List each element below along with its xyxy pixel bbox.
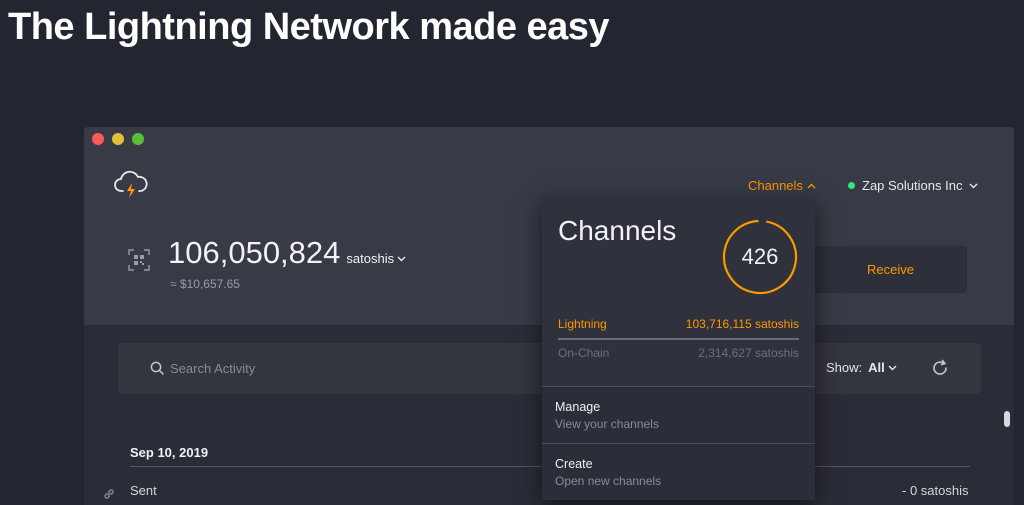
chevron-down-icon xyxy=(397,256,406,261)
onchain-balance-row: On-Chain 2,314,627 satoshis xyxy=(558,346,799,360)
dropdown-divider xyxy=(542,386,815,387)
manage-subtitle: View your channels xyxy=(555,417,659,431)
online-status-dot xyxy=(848,182,855,189)
search-icon xyxy=(150,361,164,375)
channel-count: 426 xyxy=(741,244,779,269)
search-input[interactable] xyxy=(170,356,470,380)
balance-unit-selector[interactable]: satoshis xyxy=(346,251,406,266)
manage-channels-item[interactable]: Manage View your channels xyxy=(555,400,659,431)
show-filter-value[interactable]: All xyxy=(868,360,897,375)
window-close-button[interactable] xyxy=(92,133,104,145)
dropdown-divider xyxy=(542,443,815,444)
cloud-lightning-icon xyxy=(114,170,148,198)
onchain-label: On-Chain xyxy=(558,346,610,360)
scrollbar-thumb[interactable] xyxy=(1004,411,1010,427)
refresh-icon[interactable] xyxy=(930,358,950,378)
chevron-down-icon xyxy=(969,183,978,188)
wallet-menu-toggle[interactable]: Zap Solutions Inc xyxy=(848,178,978,193)
balance-amount: 106,050,824 xyxy=(168,235,341,270)
transaction-type: Sent xyxy=(130,483,157,498)
balance-unit-label: satoshis xyxy=(346,251,395,266)
lightning-label: Lightning xyxy=(558,317,607,331)
chevron-up-icon xyxy=(807,183,816,188)
lightning-value: 103,716,115 satoshis xyxy=(685,317,799,331)
create-title: Create xyxy=(555,457,593,471)
manage-title: Manage xyxy=(555,400,601,414)
qr-code-icon[interactable] xyxy=(128,249,150,271)
wallet-name: Zap Solutions Inc xyxy=(862,178,963,193)
nav-channels-label: Channels xyxy=(748,178,803,193)
channels-dropdown: Channels 426 Lightning 103,716,115 satos… xyxy=(542,197,815,500)
page-headline: The Lightning Network made easy xyxy=(8,6,610,48)
onchain-value: 2,314,627 satoshis xyxy=(698,346,799,360)
channels-dropdown-title: Channels xyxy=(558,215,677,246)
receive-button[interactable]: Receive xyxy=(814,246,967,293)
link-icon xyxy=(104,489,114,499)
window-minimize-button[interactable] xyxy=(112,133,124,145)
balance-display: 106,050,824 satoshis xyxy=(168,235,406,271)
chevron-down-icon xyxy=(888,365,897,370)
show-filter-selected: All xyxy=(868,360,885,375)
show-filter[interactable]: Show: All xyxy=(826,360,897,375)
nav-channels-toggle[interactable]: Channels xyxy=(748,178,816,193)
balance-divider xyxy=(558,338,799,340)
create-subtitle: Open new channels xyxy=(555,474,662,488)
fiat-balance: ≈ $10,657.65 xyxy=(170,277,240,291)
activity-date-heading: Sep 10, 2019 xyxy=(130,445,209,460)
lightning-balance-row: Lightning 103,716,115 satoshis xyxy=(558,317,799,331)
create-channel-item[interactable]: Create Open new channels xyxy=(555,457,661,488)
transaction-amount: - 0 satoshis xyxy=(902,483,969,498)
window-maximize-button[interactable] xyxy=(132,133,144,145)
show-filter-label: Show: xyxy=(826,360,863,375)
